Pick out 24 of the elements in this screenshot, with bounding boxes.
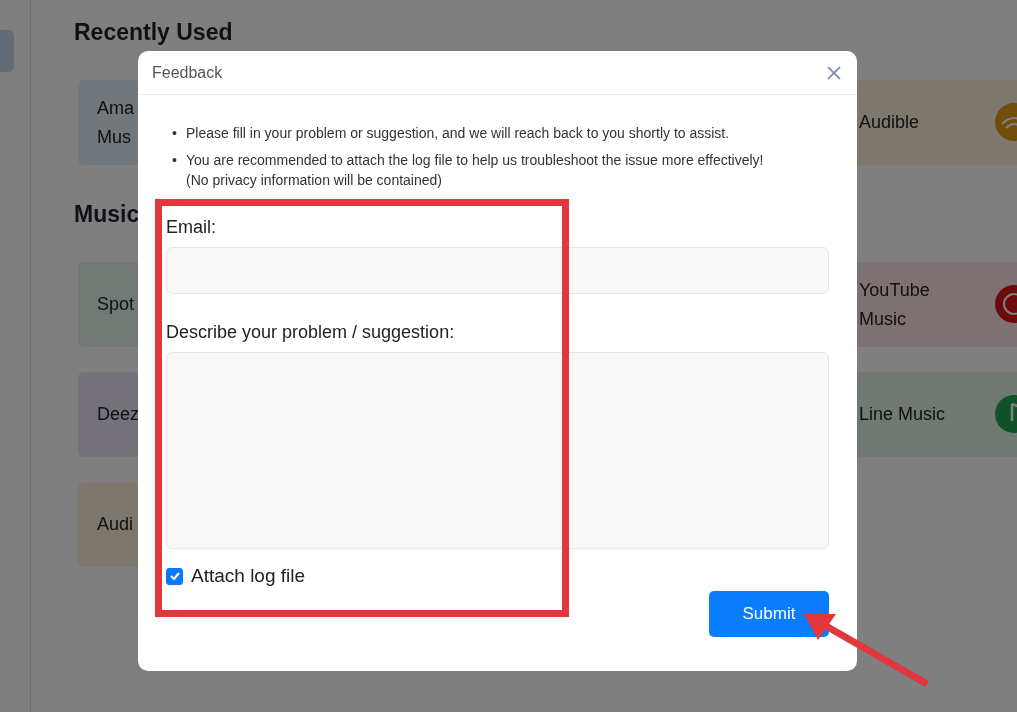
service-name: YouTube Music [859,278,930,331]
instruction-text: Please fill in your problem or suggestion, and we will reach back to you shortly to assist. [186,124,730,143]
sidebar-item[interactable] [0,30,14,72]
checkbox-label: Attach log file [191,565,306,587]
description-field[interactable] [166,352,829,549]
service-name: Audi [97,513,134,536]
service-name: Line Music [859,403,946,426]
service-name: Ama Mus [97,96,134,149]
check-icon [168,570,181,582]
section-heading: Music [74,200,140,229]
close-icon [825,63,843,82]
checkbox[interactable] [166,567,183,585]
service-name: Spot [97,293,135,316]
service-name: Deez [97,403,140,426]
description-label: Describe your problem / suggestion: [166,322,456,343]
bullet-mark: • [172,124,178,143]
bullet-mark: • [172,151,178,170]
close-button[interactable] [825,63,843,82]
instruction-text: You are recommended to attach the log file to help us troubleshoot the issue more effectively! (No privacy information will be contained) [186,151,764,190]
email-label: Email: [166,217,217,238]
service-name: Audible [859,111,920,134]
section-heading: Recently Used [74,18,233,47]
dialog-title: Feedback [152,63,223,82]
email-field[interactable] [166,247,829,294]
